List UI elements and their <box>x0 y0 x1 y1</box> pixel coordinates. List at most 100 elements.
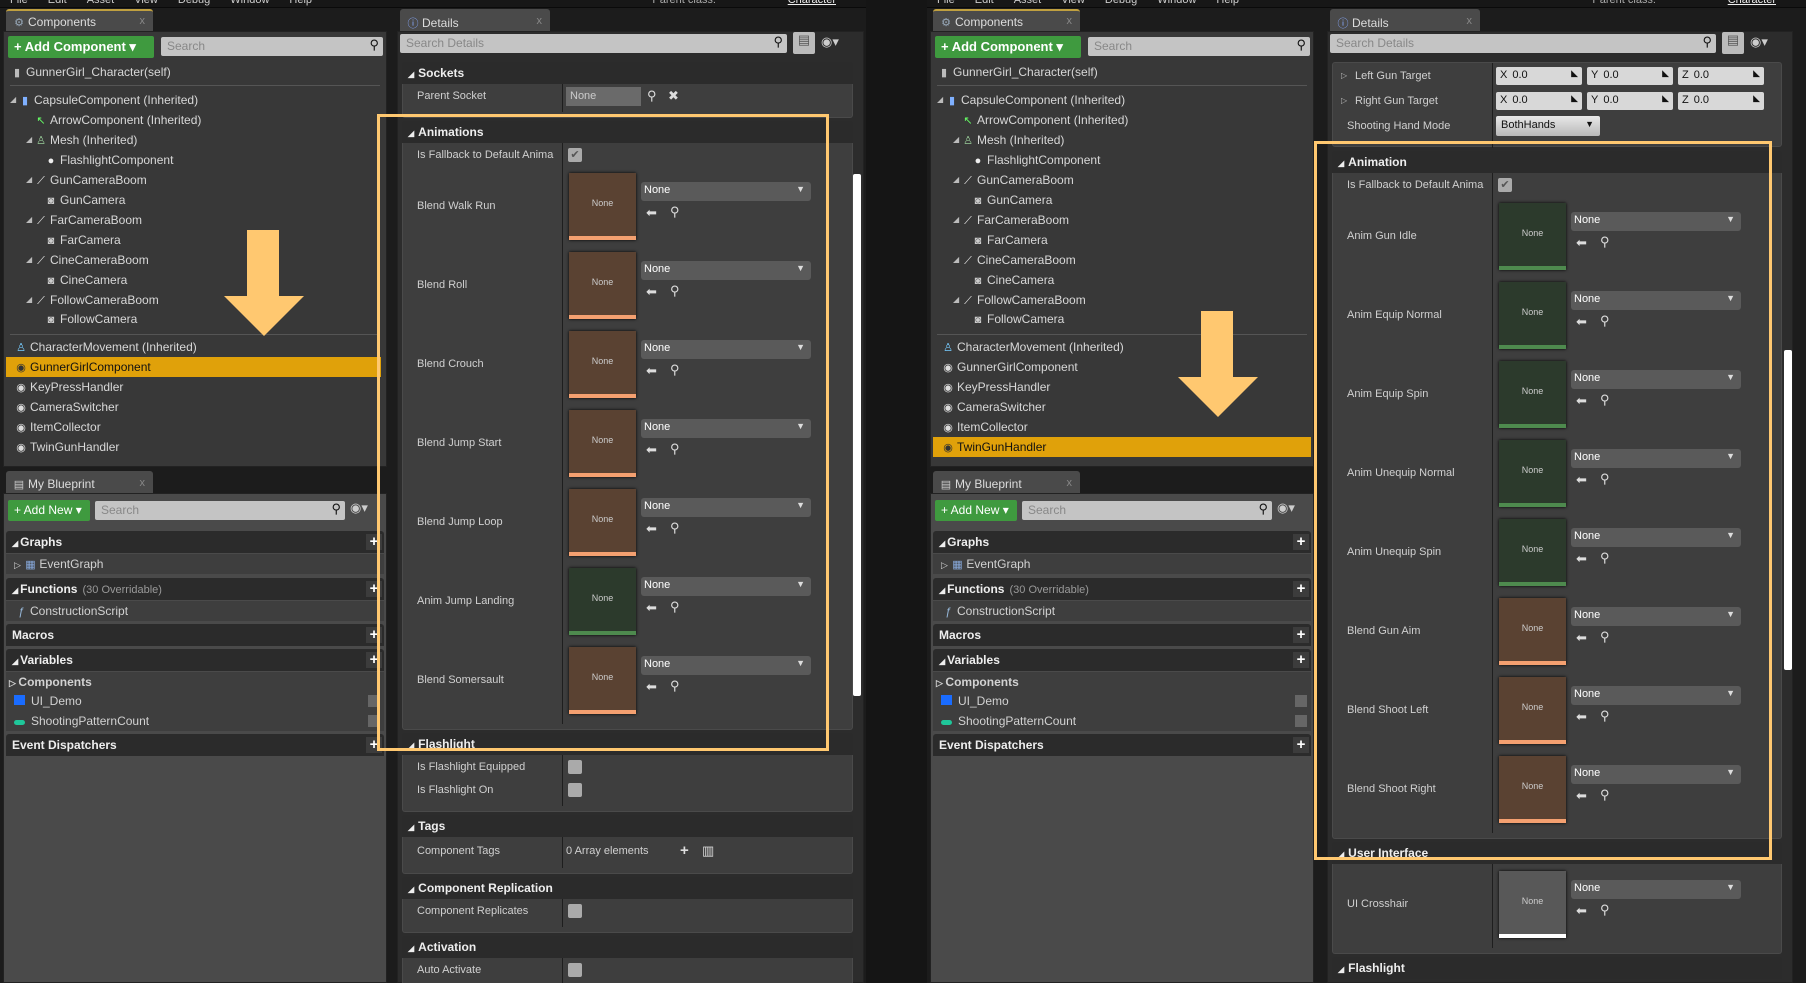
clear-socket-icon[interactable]: ✖ <box>668 88 679 104</box>
variable-visibility-icon[interactable] <box>368 715 380 727</box>
use-selected-arrow-icon[interactable]: ⬅ <box>1576 393 1587 409</box>
section-header-flashlight[interactable]: ◢ Flashlight <box>1332 957 1782 979</box>
use-selected-arrow-icon[interactable]: ⬅ <box>1576 472 1587 488</box>
expander-icon[interactable]: ▷ <box>936 678 945 688</box>
section-header-animation[interactable]: ◢ Animation <box>1332 151 1782 173</box>
expander-icon[interactable]: ◢ <box>26 250 32 270</box>
asset-thumbnail[interactable]: None <box>569 331 636 398</box>
components-category[interactable]: ▷ Components <box>6 672 384 692</box>
component-item[interactable]: ♙ CharacterMovement (Inherited) <box>6 337 381 357</box>
section-header-user-interface[interactable]: ◢ User Interface <box>1332 842 1782 864</box>
component-item[interactable]: ◉ KeyPressHandler <box>933 377 1311 397</box>
collapse-icon[interactable]: ◢ <box>12 539 18 548</box>
asset-picker-dropdown[interactable]: None ▼ <box>641 261 811 280</box>
asset-thumbnail[interactable]: None <box>569 489 636 556</box>
component-item[interactable]: ◉ GunnerGirlComponent <box>933 357 1311 377</box>
collapse-icon[interactable]: ◢ <box>939 657 945 666</box>
asset-picker-dropdown[interactable]: None ▼ <box>1571 686 1741 705</box>
self-row[interactable]: ▮ GunnerGirl_Character(self) <box>937 62 1098 82</box>
menu-item-file[interactable]: File <box>10 0 28 6</box>
component-item[interactable]: ◉ KeyPressHandler <box>6 377 381 397</box>
use-selected-arrow-icon[interactable]: ⬅ <box>646 284 657 300</box>
tree-item[interactable]: ↖ ArrowComponent (Inherited) <box>935 110 1309 130</box>
spin-icon[interactable]: ◣ <box>1753 68 1760 79</box>
asset-picker-dropdown[interactable]: None ▼ <box>641 182 811 201</box>
self-row[interactable]: ▮ GunnerGirl_Character(self) <box>10 62 171 82</box>
asset-picker-dropdown[interactable]: None ▼ <box>1571 880 1741 899</box>
menu-item-help[interactable]: Help <box>289 0 312 6</box>
browse-search-icon[interactable]: ⚲ <box>670 599 680 615</box>
property-matrix-button[interactable]: ▤ <box>793 32 815 54</box>
expand-icon[interactable]: ▷ <box>1341 71 1347 80</box>
asset-thumbnail[interactable]: None <box>569 252 636 319</box>
browse-search-icon[interactable]: ⚲ <box>1600 234 1610 250</box>
components-search-input[interactable]: Search ⚲ <box>161 37 383 56</box>
functions-header[interactable]: ◢ Functions + (30 Overridable) <box>6 578 384 600</box>
menu-item-window[interactable]: Window <box>230 0 269 6</box>
use-selected-arrow-icon[interactable]: ⬅ <box>646 205 657 221</box>
event-graph-item[interactable]: ▷ ▦ EventGraph <box>933 554 1311 574</box>
asset-thumbnail[interactable]: None <box>1499 677 1566 744</box>
add-variables-header-button[interactable]: + <box>366 652 382 668</box>
browse-search-icon[interactable]: ⚲ <box>1600 902 1610 918</box>
checkbox[interactable] <box>568 904 582 918</box>
variable-visibility-icon[interactable] <box>1295 695 1307 707</box>
add-graphs-header-button[interactable]: + <box>366 534 382 550</box>
asset-picker-dropdown[interactable]: None ▼ <box>1571 212 1741 231</box>
variable-item[interactable]: ShootingPatternCount <box>933 711 1311 731</box>
collapse-icon[interactable]: ◢ <box>408 741 414 750</box>
asset-picker-dropdown[interactable]: None ▼ <box>641 340 811 359</box>
menu-item-edit[interactable]: Edit <box>975 0 994 6</box>
add-macros-header-button[interactable]: + <box>366 627 382 643</box>
close-tab-button[interactable]: x <box>140 477 146 489</box>
expander-icon[interactable]: ◢ <box>26 290 32 310</box>
checkbox[interactable]: ✔ <box>568 148 582 162</box>
section-header-animations[interactable]: ◢ Animations <box>402 121 853 143</box>
tree-item[interactable]: ◢ ♙ Mesh (Inherited) <box>8 130 382 150</box>
tab-my-blueprint[interactable]: ▤ My Blueprint x <box>6 471 153 494</box>
collapse-icon[interactable]: ◢ <box>12 586 18 595</box>
asset-picker-dropdown[interactable]: None ▼ <box>1571 370 1741 389</box>
checkbox[interactable] <box>568 963 582 977</box>
add-event-dispatchers-header-button[interactable]: + <box>1293 737 1309 753</box>
menu-item-window[interactable]: Window <box>1157 0 1196 6</box>
add-graphs-header-button[interactable]: + <box>1293 534 1309 550</box>
tree-item[interactable]: ● FlashlightComponent <box>935 150 1309 170</box>
section-header-tags[interactable]: ◢ Tags <box>402 815 853 837</box>
expander-icon[interactable]: ◢ <box>26 170 32 190</box>
spin-icon[interactable]: ◣ <box>1753 93 1760 104</box>
expander-icon[interactable]: ◢ <box>953 210 959 230</box>
variable-item[interactable]: UI_Demo <box>6 691 384 711</box>
tree-item[interactable]: ◙ FollowCamera <box>935 309 1309 329</box>
add-new-button[interactable]: + Add New ▾ <box>935 500 1017 521</box>
tree-item[interactable]: ◢ ⟋ CineCameraBoom <box>935 250 1309 270</box>
add-functions-header-button[interactable]: + <box>1293 581 1309 597</box>
vector-x-field[interactable]: X 0.0 ◣ <box>1496 92 1582 110</box>
browse-search-icon[interactable]: ⚲ <box>670 362 680 378</box>
asset-picker-dropdown[interactable]: None ▼ <box>1571 449 1741 468</box>
browse-socket-icon[interactable]: ⚲ <box>647 88 657 104</box>
construction-script-item[interactable]: ƒ ConstructionScript <box>6 601 384 621</box>
add-variables-header-button[interactable]: + <box>1293 652 1309 668</box>
collapse-icon[interactable]: ◢ <box>408 70 414 79</box>
expander-icon[interactable]: ◢ <box>953 130 959 150</box>
blueprint-search-input[interactable]: Search ⚲ <box>95 501 345 520</box>
spin-icon[interactable]: ◣ <box>1571 93 1578 104</box>
shooting-hand-mode-dropdown[interactable]: BothHands ▼ <box>1496 116 1600 136</box>
browse-search-icon[interactable]: ⚲ <box>670 520 680 536</box>
vector-z-field[interactable]: Z 0.0 ◣ <box>1678 67 1764 85</box>
asset-thumbnail[interactable]: None <box>1499 598 1566 665</box>
asset-thumbnail[interactable]: None <box>1499 871 1566 938</box>
tree-item[interactable]: ◢ ⟋ FarCameraBoom <box>935 210 1309 230</box>
tree-item[interactable]: ◙ FollowCamera <box>8 309 382 329</box>
asset-picker-dropdown[interactable]: None ▼ <box>641 419 811 438</box>
collapse-icon[interactable]: ◢ <box>939 586 945 595</box>
collapse-icon[interactable]: ◢ <box>1338 850 1344 859</box>
event-dispatchers-header[interactable]: Event Dispatchers + <box>933 734 1311 756</box>
close-tab-button[interactable]: x <box>537 15 543 27</box>
variable-visibility-icon[interactable] <box>368 695 380 707</box>
components-search-input[interactable]: Search ⚲ <box>1088 37 1310 56</box>
add-element-icon[interactable]: + <box>680 842 689 859</box>
use-selected-arrow-icon[interactable]: ⬅ <box>1576 630 1587 646</box>
spin-icon[interactable]: ◣ <box>1571 68 1578 79</box>
